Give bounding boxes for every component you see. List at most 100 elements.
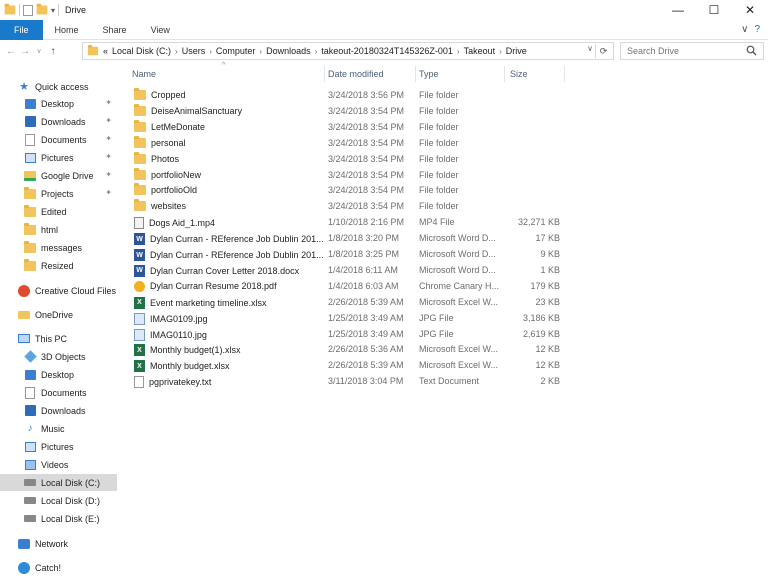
- column-divider[interactable]: [504, 66, 505, 82]
- close-button[interactable]: ✕: [732, 0, 768, 20]
- file-row[interactable]: W Dylan Curran - REference Job Dublin 201…: [130, 247, 570, 263]
- chevron-right-icon[interactable]: ›: [315, 47, 318, 56]
- nav-catch[interactable]: Catch!: [18, 559, 118, 576]
- nav-item-music[interactable]: ♪ Music: [24, 420, 118, 437]
- breadcrumb-computer[interactable]: Computer: [216, 46, 256, 56]
- column-header-date[interactable]: Date modified: [328, 69, 384, 79]
- nav-item-documents[interactable]: Documents ✦: [24, 131, 118, 148]
- search-box[interactable]: [620, 42, 764, 60]
- file-row[interactable]: X Monthly budget.xlsx 2/26/2018 5:39 AM Mic…: [130, 358, 570, 374]
- column-divider[interactable]: [324, 66, 325, 82]
- file-row[interactable]: personal 3/24/2018 3:54 PM File folder: [130, 135, 570, 152]
- pin-icon[interactable]: ✦: [105, 134, 112, 143]
- nav-label: Google Drive: [41, 170, 94, 181]
- properties-icon[interactable]: [23, 4, 33, 16]
- pin-icon[interactable]: ✦: [105, 152, 112, 161]
- pin-icon[interactable]: ✦: [105, 188, 112, 197]
- search-icon[interactable]: [746, 45, 757, 58]
- minimize-button[interactable]: —: [660, 0, 696, 20]
- file-row[interactable]: X Monthly budget(1).xlsx 2/26/2018 5:36 AM…: [130, 342, 570, 358]
- breadcrumb-users[interactable]: Users: [182, 46, 206, 56]
- maximize-button[interactable]: ☐: [696, 0, 732, 20]
- chevron-right-icon[interactable]: ›: [457, 47, 460, 56]
- file-row[interactable]: Dogs Aid_1.mp4 1/10/2018 2:16 PM MP4 File 3…: [130, 215, 570, 231]
- address-dropdown-icon[interactable]: ∨: [587, 44, 593, 53]
- column-header-name[interactable]: Name: [132, 69, 156, 79]
- file-row[interactable]: IMAG0110.jpg 1/25/2018 3:49 AM JPG File 2,6…: [130, 327, 570, 343]
- forward-arrow-icon[interactable]: →: [18, 46, 32, 57]
- pin-icon[interactable]: ✦: [105, 170, 112, 179]
- file-row[interactable]: websites 3/24/2018 3:54 PM File folder: [130, 199, 570, 215]
- chevron-right-icon[interactable]: ›: [209, 47, 212, 56]
- breadcrumb-local-disk[interactable]: Local Disk (C:): [112, 46, 171, 56]
- nav-this-pc[interactable]: This PC: [18, 330, 118, 347]
- breadcrumb-drive[interactable]: Drive: [506, 46, 527, 56]
- downloads-icon: [24, 116, 36, 127]
- nav-item-resized[interactable]: Resized: [24, 257, 118, 274]
- nav-item-google-drive[interactable]: Google Drive ✦: [24, 167, 118, 184]
- column-header-type[interactable]: Type: [419, 69, 439, 79]
- file-row[interactable]: W Dylan Curran Cover Letter 2018.docx 1/4/…: [130, 263, 570, 279]
- chevron-right-icon[interactable]: ›: [259, 47, 262, 56]
- file-row[interactable]: LetMeDonate 3/24/2018 3:54 PM File folder: [130, 119, 570, 136]
- nav-quick-access[interactable]: ★ Quick access: [18, 78, 118, 95]
- folder-icon: [134, 135, 146, 148]
- nav-item-edited[interactable]: Edited: [24, 203, 118, 220]
- nav-item-pc-pictures[interactable]: Pictures: [24, 438, 118, 455]
- file-row[interactable]: pgprivatekey.txt 3/11/2018 3:04 PM Text Do…: [130, 374, 570, 390]
- breadcrumb-downloads[interactable]: Downloads: [266, 46, 311, 56]
- tab-share[interactable]: Share: [91, 20, 139, 40]
- column-divider[interactable]: [564, 66, 565, 82]
- file-row[interactable]: X Event marketing timeline.xlsx 2/26/2018 …: [130, 295, 570, 311]
- nav-item-pictures[interactable]: Pictures ✦: [24, 149, 118, 166]
- nav-item-html[interactable]: html: [24, 221, 118, 238]
- nav-label: 3D Objects: [41, 351, 86, 362]
- nav-item-downloads[interactable]: Downloads ✦: [24, 113, 118, 130]
- creative-cloud-icon: [18, 284, 30, 297]
- new-folder-icon[interactable]: [36, 3, 48, 15]
- back-arrow-icon[interactable]: ←: [4, 46, 18, 57]
- nav-item-projects[interactable]: Projects ✦: [24, 185, 118, 202]
- expand-ribbon-icon[interactable]: ∨: [741, 24, 748, 35]
- nav-item-desktop[interactable]: Desktop ✦: [24, 95, 118, 112]
- breadcrumb-overflow[interactable]: «: [103, 46, 108, 56]
- breadcrumb-takeout-archive[interactable]: takeout-20180324T145326Z-001: [321, 46, 453, 56]
- nav-item-pc-documents[interactable]: Documents: [24, 384, 118, 401]
- nav-item-local-disk-c[interactable]: Local Disk (C:): [0, 474, 117, 491]
- file-row[interactable]: IMAG0109.jpg 1/25/2018 3:49 AM JPG File 3,1…: [130, 311, 570, 327]
- refresh-icon[interactable]: ⟳: [595, 44, 611, 58]
- file-row[interactable]: W Dylan Curran - REference Job Dublin 201…: [130, 231, 570, 247]
- pin-icon[interactable]: ✦: [105, 116, 112, 125]
- chevron-right-icon[interactable]: ›: [499, 47, 502, 56]
- nav-item-pc-downloads[interactable]: Downloads: [24, 402, 118, 419]
- nav-item-videos[interactable]: Videos: [24, 456, 118, 473]
- nav-item-3d-objects[interactable]: 3D Objects: [23, 348, 118, 365]
- file-row[interactable]: Cropped 3/24/2018 3:56 PM File folder: [130, 88, 570, 104]
- tab-home[interactable]: Home: [43, 20, 91, 40]
- chevron-right-icon[interactable]: ›: [175, 47, 178, 56]
- nav-network[interactable]: Network: [18, 535, 118, 552]
- search-input[interactable]: [627, 46, 737, 56]
- nav-onedrive[interactable]: OneDrive: [18, 306, 118, 323]
- nav-creative-cloud-files[interactable]: Creative Cloud Files: [18, 282, 118, 299]
- nav-item-local-disk-d[interactable]: Local Disk (D:): [24, 492, 118, 509]
- file-row[interactable]: portfolioNew 3/24/2018 3:54 PM File folder: [130, 167, 570, 184]
- file-row[interactable]: portfolioOld 3/24/2018 3:54 PM File folder: [130, 183, 570, 199]
- file-row[interactable]: DeiseAnimalSanctuary 3/24/2018 3:54 PM Fil…: [130, 103, 570, 120]
- up-arrow-icon[interactable]: ↑: [46, 46, 60, 57]
- customize-toolbar-icon[interactable]: ▾: [51, 6, 55, 15]
- nav-item-pc-desktop[interactable]: Desktop: [24, 366, 118, 383]
- nav-item-messages[interactable]: messages: [24, 239, 118, 256]
- file-row[interactable]: Dylan Curran Resume 2018.pdf 1/4/2018 6:0…: [130, 279, 570, 295]
- address-bar[interactable]: « Local Disk (C:) › Users › Computer › D…: [82, 42, 614, 60]
- recent-locations-icon[interactable]: ∨: [32, 47, 46, 55]
- column-divider[interactable]: [415, 66, 416, 82]
- pin-icon[interactable]: ✦: [105, 98, 112, 107]
- tab-view[interactable]: View: [139, 20, 182, 40]
- breadcrumb-takeout[interactable]: Takeout: [464, 46, 496, 56]
- file-row[interactable]: Photos 3/24/2018 3:54 PM File folder: [130, 151, 570, 168]
- help-icon[interactable]: ?: [754, 24, 760, 35]
- nav-item-local-disk-e[interactable]: Local Disk (E:): [24, 510, 118, 527]
- column-header-size[interactable]: Size: [510, 69, 528, 79]
- tab-file[interactable]: File: [0, 19, 43, 40]
